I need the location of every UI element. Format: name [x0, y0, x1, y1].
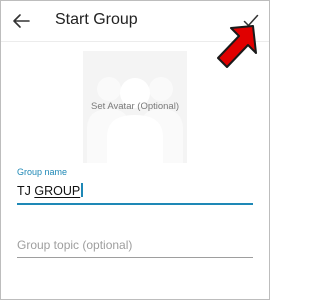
arrow-back-icon — [13, 14, 30, 28]
group-name-field[interactable]: TJ GROUP — [17, 179, 253, 205]
group-name-value: TJ GROUP — [17, 183, 83, 198]
text-cursor — [81, 183, 83, 197]
group-topic-placeholder: Group topic (optional) — [17, 238, 133, 252]
app-bar: Start Group — [1, 1, 269, 42]
set-avatar-button[interactable]: Set Avatar (Optional) — [83, 51, 187, 163]
screen: Start Group Set Avatar (Optional) Group … — [0, 0, 270, 300]
back-button[interactable] — [9, 9, 33, 33]
confirm-button[interactable] — [239, 9, 263, 33]
page-title: Start Group — [55, 11, 138, 28]
group-topic-field[interactable]: Group topic (optional) — [17, 233, 253, 258]
group-name-label: Group name — [17, 167, 68, 177]
checkmark-icon — [243, 14, 259, 27]
group-name-value-suggestion: GROUP — [34, 184, 81, 198]
group-name-value-prefix: TJ — [17, 184, 35, 198]
set-avatar-label: Set Avatar (Optional) — [90, 101, 179, 112]
